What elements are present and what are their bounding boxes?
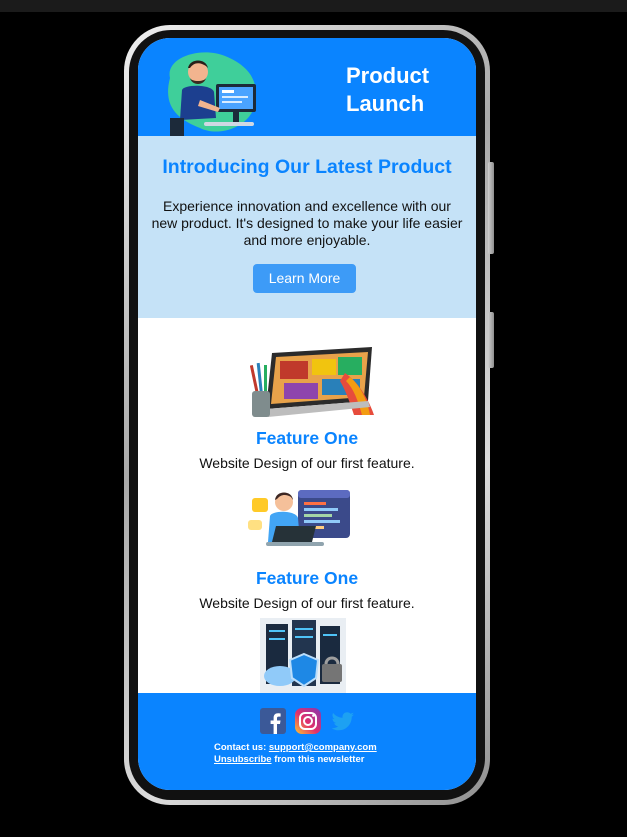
contact-line: Contact us: support@company.com	[214, 742, 377, 754]
learn-more-button[interactable]: Learn More	[253, 264, 356, 293]
phone-power-button	[488, 312, 494, 368]
twitter-icon[interactable]	[330, 708, 356, 734]
facebook-icon[interactable]	[260, 708, 286, 734]
developer-illustration	[168, 52, 256, 136]
feature-description: Website Design of our first feature.	[199, 595, 415, 611]
hero-title: Introducing Our Latest Product	[162, 156, 452, 178]
feature-title: Feature One	[255, 428, 359, 448]
contact-email-link[interactable]: support@company.com	[269, 742, 377, 753]
feature-title: Feature One	[255, 568, 359, 588]
footer-text: Contact us: support@company.com Unsubscr…	[214, 742, 377, 765]
security-servers-illustration	[260, 618, 346, 694]
unsubscribe-line: Unsubscribe from this newsletter	[214, 754, 377, 766]
design-tablet-illustration	[250, 347, 374, 417]
email-header: Product Launch	[138, 38, 476, 136]
hero-description: Experience innovation and excellence wit…	[151, 198, 463, 248]
header-title: Product Launch	[346, 63, 430, 116]
unsubscribe-link[interactable]: Unsubscribe	[214, 754, 272, 765]
developer-laptop-illustration	[248, 490, 350, 546]
phone-screen: Product Launch Introducing Our Latest Pr…	[138, 38, 476, 790]
unsubscribe-suffix: from this newsletter	[274, 753, 365, 765]
window-top-bar	[0, 0, 627, 12]
phone-volume-button	[488, 162, 494, 254]
feature-description: Website Design of our first feature.	[199, 455, 415, 471]
contact-prefix: Contact us:	[214, 742, 267, 753]
instagram-icon[interactable]	[295, 708, 321, 734]
